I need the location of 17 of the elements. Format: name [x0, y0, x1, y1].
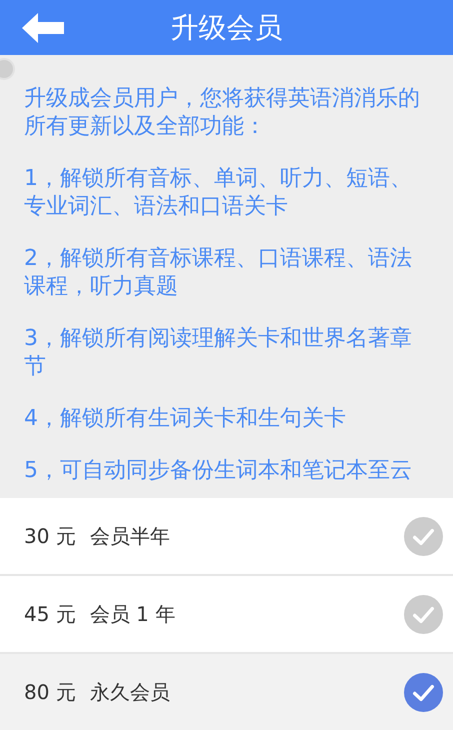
plan-name: 会员 1 年: [90, 601, 176, 628]
plan-price: 45 元: [24, 601, 76, 628]
back-icon[interactable]: [22, 13, 64, 43]
plan-price: 80 元: [24, 679, 76, 706]
plan-name: 永久会员: [90, 679, 170, 706]
plan-option[interactable]: 45 元 会员 1 年: [0, 576, 453, 652]
page-title: 升级会员: [170, 10, 282, 44]
plan-name: 会员半年: [90, 523, 170, 550]
benefit-text: 升级成会员用户，您将获得英语消消乐的所有更新以及全部功能：: [24, 85, 421, 141]
benefit-text: 4，解锁所有生词关卡和生句关卡: [24, 405, 347, 433]
benefit-text: 5，可自动同步备份生词本和笔记本至云: [24, 457, 413, 485]
plan-price: 30 元: [24, 523, 76, 550]
plan-option[interactable]: 80 元 永久会员: [0, 654, 453, 730]
plan-option[interactable]: 30 元 会员半年: [0, 498, 453, 574]
benefit-text: 2，解锁所有音标课程、口语课程、语法课程，听力真题: [24, 245, 413, 301]
benefit-text: 3，解锁所有阅读理解关卡和世界名著章节: [24, 325, 413, 381]
benefit-text: 1，解锁所有音标、单词、听力、短语、专业词汇、语法和口语关卡: [24, 165, 413, 221]
